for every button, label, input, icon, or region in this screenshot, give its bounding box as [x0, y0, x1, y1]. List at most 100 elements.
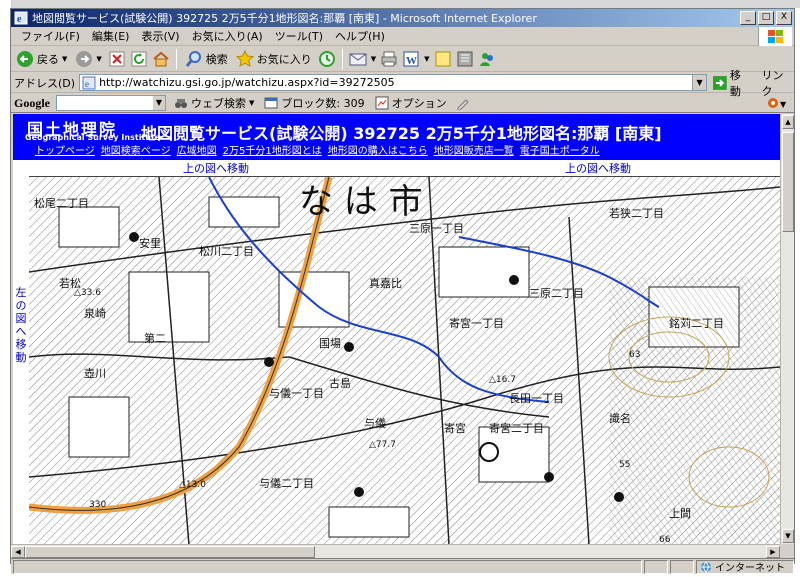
highlight-pen-icon[interactable]	[455, 96, 469, 110]
chevron-down-icon[interactable]: ▼	[424, 55, 429, 63]
address-label: アドレス(D)	[14, 76, 76, 90]
map-height-33-6: △33.6	[74, 288, 101, 298]
page-content: 国土地理院 Geographical Survey Institute 地図閲覧…	[13, 114, 780, 544]
map-label-kokuba: 国場	[319, 337, 341, 350]
map-label-makabi: 真嘉比	[369, 276, 402, 290]
menu-edit[interactable]: 編集(E)	[86, 28, 136, 44]
map-label-mihara1: 三原一丁目	[409, 222, 464, 235]
map-label-mihara2: 三原二丁目	[529, 287, 584, 300]
gsi-logo-english: Geographical Survey Institute	[25, 133, 161, 142]
map-label-tsubogawa: 壺川	[84, 367, 106, 380]
vertical-scroll-thumb[interactable]	[782, 132, 794, 232]
menu-view[interactable]: 表示(V)	[135, 28, 185, 44]
link-top-page[interactable]: トップページ	[35, 142, 95, 158]
nav-up-link-left[interactable]: 上の図へ移動	[183, 160, 249, 176]
map-label-yorimiya: 寄宮	[444, 421, 466, 435]
header-links: トップページ 地図検索ページ 広域地図 2万5千分1地形図とは 地形図の購入はこ…	[13, 142, 780, 158]
back-arrow-icon	[17, 50, 33, 67]
menu-help[interactable]: ヘルプ(H)	[329, 28, 391, 44]
map-height-63: 63	[629, 350, 640, 360]
title-bar[interactable]: e 地図閲覧サービス(試験公開) 392725 2万5千分1地形図名:那覇 [南…	[11, 9, 794, 27]
forward-button[interactable]: ▼	[73, 49, 103, 69]
link-about-25000[interactable]: 2万5千分1地形図とは	[223, 142, 322, 158]
map-city-label: な は 市	[299, 182, 423, 222]
scroll-up-arrow-icon[interactable]: ▲	[782, 115, 794, 129]
chevron-down-icon[interactable]: ▼	[62, 55, 67, 63]
link-map-search[interactable]: 地図検索ページ	[101, 142, 171, 158]
go-arrow-icon	[713, 75, 727, 90]
star-icon	[235, 49, 254, 67]
link-shop-list[interactable]: 地形図販売店一覧	[434, 142, 514, 158]
forward-arrow-icon	[76, 50, 93, 67]
horizontal-scroll-thumb[interactable]	[25, 546, 315, 558]
gear-icon[interactable]: ▼	[766, 96, 788, 110]
link-wide-map[interactable]: 広域地図	[177, 142, 217, 158]
chevron-down-icon[interactable]: ▼	[371, 55, 376, 63]
scroll-right-arrow-icon[interactable]: ▶	[766, 546, 780, 558]
window-title: 地図閲覧サービス(試験公開) 392725 2万5千分1地形図名:那覇 [南東]…	[32, 12, 537, 25]
scroll-left-arrow-icon[interactable]: ◀	[11, 546, 25, 558]
scroll-down-arrow-icon[interactable]: ▼	[782, 529, 794, 543]
map-label-nagata: 長田一丁目	[509, 392, 564, 405]
google-search-input[interactable]: ▼	[56, 95, 166, 111]
horizontal-scrollbar[interactable]: ◀ ▶	[11, 544, 780, 558]
messenger-icon[interactable]	[478, 50, 496, 68]
vertical-scrollbar[interactable]: ▲ ▼	[780, 114, 794, 544]
search-button[interactable]: 検索	[183, 49, 230, 69]
chevron-down-icon[interactable]: ▼	[96, 55, 101, 63]
google-logo[interactable]: Google	[14, 96, 50, 111]
print-icon[interactable]	[380, 50, 398, 68]
map-canvas: な は 市 松尾二丁目 松川二丁目 三原一丁目 三原二丁目 若狭二丁目 寄宮一丁…	[29, 177, 780, 544]
google-options-button[interactable]: オプション	[373, 94, 449, 112]
minimize-button[interactable]: _	[740, 11, 756, 25]
blocked-count-label: ブロック数: 309	[281, 97, 365, 110]
menu-tools[interactable]: ツール(T)	[269, 28, 329, 44]
google-web-search-button[interactable]: ウェブ検索 ▼	[172, 94, 256, 112]
map-height-13-0: △13.0	[179, 480, 206, 490]
gsi-header: 国土地理院 Geographical Survey Institute 地図閲覧…	[13, 114, 780, 160]
research-icon[interactable]	[456, 50, 474, 68]
svg-text:e: e	[17, 14, 22, 25]
history-icon[interactable]	[318, 50, 336, 68]
menu-favorites[interactable]: お気に入り(A)	[186, 28, 269, 44]
map-height-55: 55	[619, 460, 630, 470]
status-bar: インターネット	[11, 558, 794, 574]
menu-bar: ファイル(F) 編集(E) 表示(V) お気に入り(A) ツール(T) ヘルプ(…	[11, 27, 794, 46]
map-label-asato: 安里	[139, 236, 161, 250]
nav-up-link-right[interactable]: 上の図へ移動	[565, 160, 631, 176]
status-zone: インターネット	[696, 559, 794, 574]
notes-icon[interactable]	[434, 50, 452, 68]
refresh-icon[interactable]	[130, 50, 148, 68]
stop-icon[interactable]	[108, 50, 126, 68]
chevron-down-icon[interactable]: ▼	[249, 99, 254, 107]
web-search-label: ウェブ検索	[191, 97, 246, 110]
map-label-furujima: 古島	[329, 376, 351, 390]
favorites-button[interactable]: お気に入り	[234, 49, 314, 69]
topographic-map[interactable]: な は 市 松尾二丁目 松川二丁目 三原一丁目 三原二丁目 若狭二丁目 寄宮一丁…	[29, 176, 780, 544]
close-button[interactable]: X	[776, 11, 792, 25]
mail-icon[interactable]	[349, 50, 367, 68]
chevron-down-icon[interactable]: ▼	[692, 75, 707, 90]
popup-blocker-button[interactable]: ブロック数: 309	[262, 94, 366, 112]
home-icon[interactable]	[152, 50, 170, 68]
page-icon: e	[82, 76, 96, 89]
chevron-down-icon[interactable]: ▼	[153, 96, 165, 110]
word-edit-icon[interactable]: W	[402, 50, 420, 68]
address-input[interactable]: e http://watchizu.gsi.go.jp/watchizu.asp…	[79, 74, 708, 91]
svg-text:▼: ▼	[780, 100, 787, 109]
options-icon	[375, 96, 389, 110]
page-title: 地図閲覧サービス(試験公開) 392725 2万5千分1地形図名:那覇 [南東]	[141, 124, 662, 143]
back-button[interactable]: 戻る ▼	[14, 49, 69, 69]
svg-text:e: e	[85, 79, 89, 89]
map-label-yogi1: 与儀一丁目	[269, 386, 324, 400]
map-label-daini: 第二	[144, 331, 166, 345]
menu-file[interactable]: ファイル(F)	[15, 28, 86, 44]
nav-left-link[interactable]: 左の図へ移動	[15, 286, 27, 364]
link-denshi-kokudo[interactable]: 電子国土ポータル	[520, 142, 600, 158]
link-purchase[interactable]: 地形図の購入はこちら	[328, 142, 428, 158]
address-bar: アドレス(D) e http://watchizu.gsi.go.jp/watc…	[11, 69, 794, 98]
favorites-label: お気に入り	[256, 52, 312, 66]
map-label-wakasa: 若狭二丁目	[609, 207, 664, 220]
maximize-button[interactable]: □	[758, 11, 774, 25]
map-label-yorimiya1: 寄宮一丁目	[449, 316, 504, 330]
